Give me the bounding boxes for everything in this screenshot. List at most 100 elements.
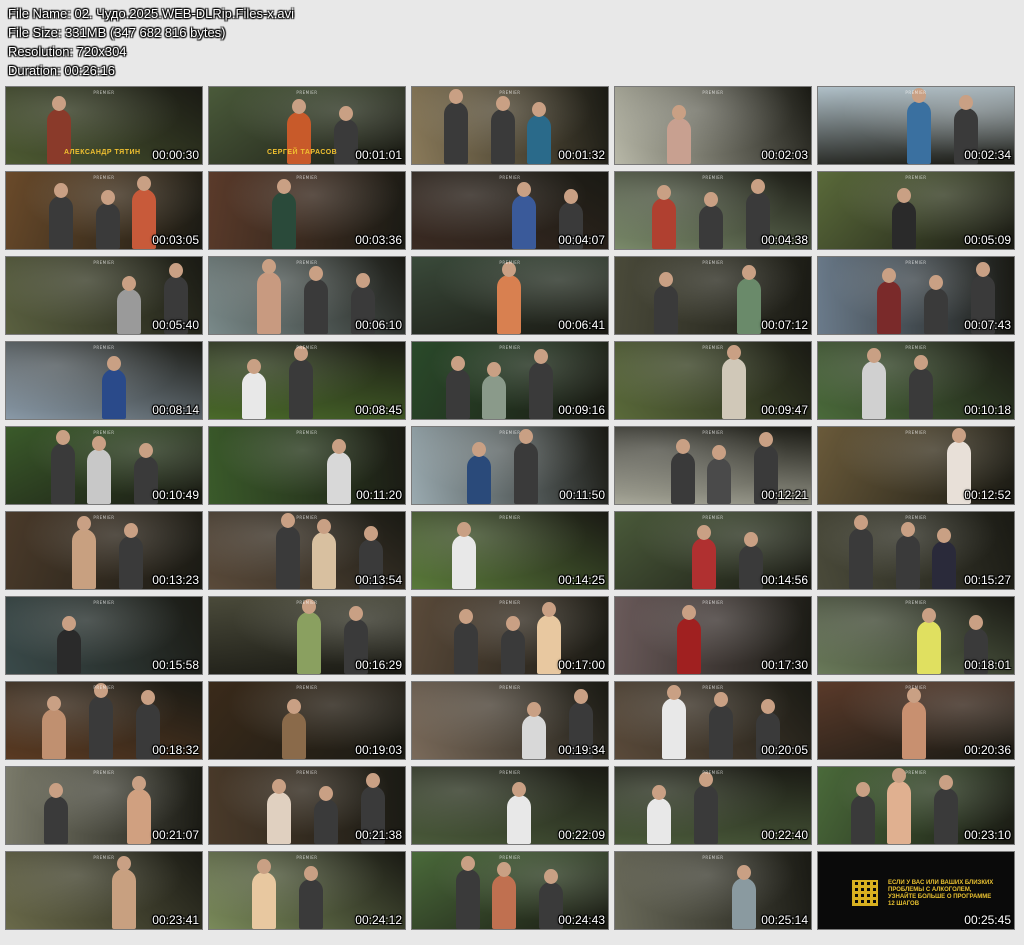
premier-watermark: PREMIER [499,770,521,775]
person-figure [446,356,470,419]
premier-watermark: PREMIER [93,260,115,265]
timestamp-label: 00:00:30 [152,148,199,162]
premier-watermark: PREMIER [499,430,521,435]
person-figure [452,522,476,589]
premier-watermark: PREMIER [93,600,115,605]
premier-watermark: PREMIER [296,430,318,435]
video-thumbnail: PREMIER 00:13:23 [5,511,203,590]
timestamp-label: 00:10:18 [964,403,1011,417]
person-figure [287,99,311,164]
ad-text: ЕСЛИ У ВАС ИЛИ ВАШИХ БЛИЗКИХ ПРОБЛЕМЫ С … [888,880,994,907]
premier-watermark: PREMIER [905,345,927,350]
person-figure [72,516,96,589]
premier-watermark: PREMIER [702,770,724,775]
video-thumbnail: PREMIER 00:17:30 [614,596,812,675]
person-figure [454,609,478,674]
video-thumbnail: PREMIER 00:25:14 [614,851,812,930]
video-thumbnail: PREMIER 00:22:09 [411,766,609,845]
video-thumbnail: PREMIER 00:14:56 [614,511,812,590]
file-name-line: File Name: 02. Чудо.2025.WEB-DLRip.Files… [8,6,295,21]
premier-watermark: PREMIER [905,600,927,605]
timestamp-label: 00:11:50 [559,488,605,502]
video-thumbnail: PREMIER 00:21:38 [208,766,406,845]
person-figure [677,605,701,674]
premier-watermark: PREMIER [93,855,115,860]
person-figure [467,442,491,504]
timestamp-label: 00:22:09 [558,828,605,842]
person-figure [654,272,678,334]
premier-watermark: PREMIER [499,90,521,95]
video-thumbnail: PREMIER 00:23:41 [5,851,203,930]
premier-watermark: PREMIER [905,430,927,435]
person-figure [692,525,716,589]
person-figure [862,348,886,419]
credit-caption: СЕРГЕЙ ТАРАСОВ [267,149,338,156]
timestamp-label: 00:22:40 [761,828,808,842]
person-figure [257,259,281,334]
video-thumbnail: ЕСЛИ У ВАС ИЛИ ВАШИХ БЛИЗКИХ ПРОБЛЕМЫ С … [817,851,1015,930]
video-thumbnail: PREMIER 00:08:45 [208,341,406,420]
timestamp-label: 00:15:27 [964,573,1011,587]
person-figure [892,188,916,249]
timestamp-label: 00:19:03 [355,743,402,757]
video-thumbnail: PREMIER 00:06:10 [208,256,406,335]
person-figure [896,522,920,589]
file-info-header: File Name: 02. Чудо.2025.WEB-DLRip.Files… [8,4,294,80]
timestamp-label: 00:20:36 [964,743,1011,757]
premier-watermark: PREMIER [296,515,318,520]
premier-watermark: PREMIER [702,600,724,605]
premier-watermark: PREMIER [702,175,724,180]
timestamp-label: 00:03:36 [355,233,402,247]
person-figure [242,359,266,419]
person-figure [289,346,313,419]
person-figure [127,776,151,844]
video-thumbnail: PREMIER 00:04:38 [614,171,812,250]
video-thumbnail: PREMIER 00:19:34 [411,681,609,760]
person-figure [87,436,111,504]
person-figure [482,362,506,419]
video-thumbnail: PREMIER 00:10:18 [817,341,1015,420]
person-figure [304,266,328,334]
video-thumbnail: PREMIER 00:03:05 [5,171,203,250]
video-thumbnail: PREMIER 00:08:14 [5,341,203,420]
person-figure [314,786,338,844]
video-thumbnail: PREMIER 00:19:03 [208,681,406,760]
person-figure [501,616,525,674]
person-figure [907,88,931,164]
timestamp-label: 00:06:10 [355,318,402,332]
person-figure [647,785,671,844]
person-figure [117,276,141,334]
timestamp-label: 00:20:05 [761,743,808,757]
timestamp-label: 00:11:20 [356,488,402,502]
person-figure [272,179,296,249]
person-figure [849,515,873,589]
premier-watermark: PREMIER [93,770,115,775]
video-thumbnail: PREMIER 00:24:43 [411,851,609,930]
timestamp-label: 00:02:03 [761,148,808,162]
timestamp-label: 00:02:34 [964,148,1011,162]
timestamp-label: 00:13:54 [355,573,402,587]
premier-watermark: PREMIER [93,90,115,95]
premier-watermark: PREMIER [499,345,521,350]
video-thumbnail: PREMIER 00:02:34 [817,86,1015,165]
person-figure [512,182,536,249]
person-figure [57,616,81,674]
video-thumbnail: PREMIER 00:18:32 [5,681,203,760]
thumbnail-grid: PREMIER АЛЕКСАНДР ТЯТИН 00:00:30 PREMIER СЕР… [5,86,1015,930]
timestamp-label: 00:15:58 [152,658,199,672]
timestamp-label: 00:17:00 [558,658,605,672]
premier-watermark: PREMIER [296,345,318,350]
person-figure [96,190,120,249]
video-thumbnail: PREMIER 00:03:36 [208,171,406,250]
premier-watermark: PREMIER [296,175,318,180]
premier-watermark: PREMIER [702,515,724,520]
person-figure [267,779,291,844]
person-figure [887,768,911,844]
premier-watermark: PREMIER [499,515,521,520]
person-figure [282,699,306,759]
timestamp-label: 00:07:43 [964,318,1011,332]
file-size-line: File Size: 331MB (347 682 816 bytes) [8,25,226,40]
timestamp-label: 00:19:34 [558,743,605,757]
person-figure [456,856,480,929]
premier-watermark: PREMIER [702,430,724,435]
